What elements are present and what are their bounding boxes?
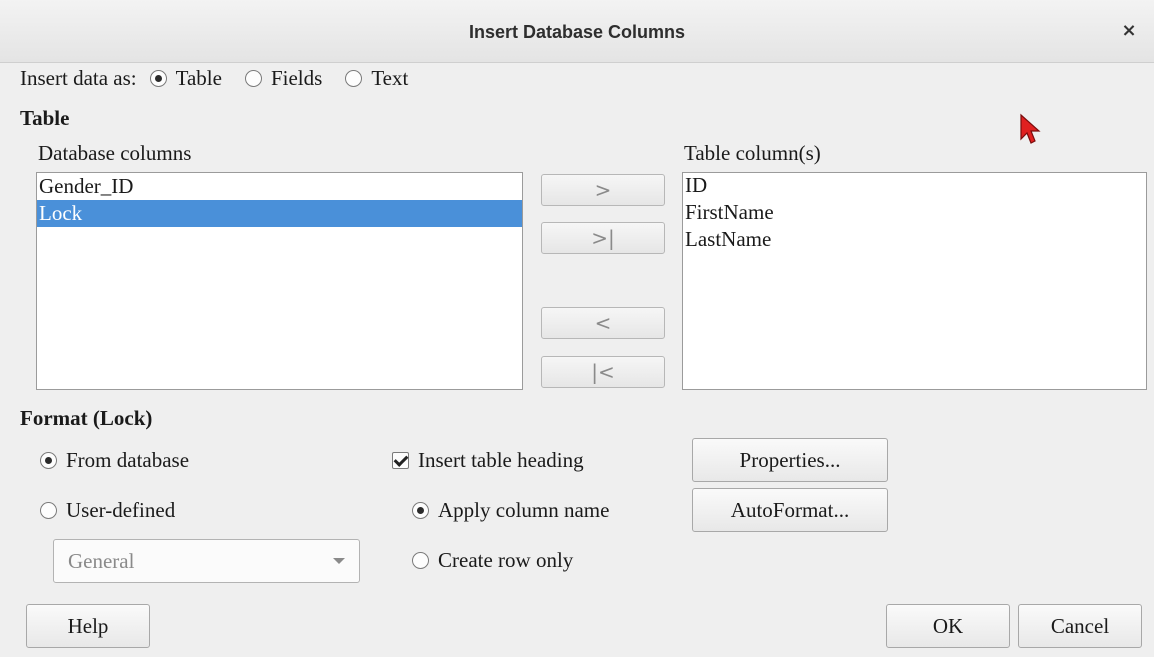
remove-column-button[interactable]: <	[541, 307, 665, 339]
radio-user-defined-indicator[interactable]	[40, 501, 57, 519]
list-item-selected[interactable]: Lock	[37, 200, 522, 227]
pointer-arrow-icon	[1020, 113, 1041, 144]
table-columns-label: Table column(s)	[684, 141, 821, 165]
checkbox-insert-table-heading[interactable]: Insert table heading	[392, 446, 584, 474]
help-button[interactable]: Help	[26, 604, 150, 648]
insert-as-label: Insert data as:	[20, 65, 137, 90]
cancel-button[interactable]: Cancel	[1018, 604, 1142, 648]
radio-fields-indicator[interactable]	[244, 69, 262, 87]
list-item[interactable]: LastName	[683, 227, 1146, 254]
dialog-title: Insert Database Columns	[468, 22, 686, 42]
chevron-down-icon	[333, 558, 345, 564]
remove-all-columns-button[interactable]: |<	[541, 356, 665, 388]
radio-apply-column-name-label[interactable]: Apply column name	[438, 498, 609, 523]
list-item[interactable]: FirstName	[683, 200, 1146, 227]
radio-create-row-only-label[interactable]: Create row only	[438, 548, 573, 573]
ok-button[interactable]: OK	[886, 604, 1010, 648]
close-icon[interactable]: ×	[1116, 18, 1142, 44]
list-item[interactable]: ID	[683, 173, 1146, 200]
radio-apply-column-name-indicator[interactable]	[412, 501, 429, 519]
table-section-heading: Table	[20, 106, 70, 130]
radio-text-label[interactable]: Text	[371, 66, 408, 91]
radio-text[interactable]: Text	[345, 66, 408, 91]
list-item[interactable]: Gender_ID	[37, 173, 522, 200]
radio-from-database-indicator[interactable]	[40, 451, 57, 469]
radio-create-row-only[interactable]: Create row only	[412, 546, 573, 574]
database-columns-list[interactable]: Gender_ID Lock	[36, 172, 523, 390]
checkbox-insert-table-heading-label[interactable]: Insert table heading	[418, 448, 584, 473]
radio-fields-label[interactable]: Fields	[271, 66, 322, 91]
table-columns-list[interactable]: ID FirstName LastName	[682, 172, 1147, 390]
radio-apply-column-name[interactable]: Apply column name	[412, 496, 609, 524]
radio-from-database[interactable]: From database	[40, 446, 189, 474]
radio-text-indicator[interactable]	[345, 69, 363, 87]
autoformat-button[interactable]: AutoFormat...	[692, 488, 888, 532]
radio-user-defined-label[interactable]: User-defined	[66, 498, 175, 523]
insert-as-row: Insert data as: Table Fields Text	[20, 64, 408, 92]
radio-from-database-label[interactable]: From database	[66, 448, 189, 473]
radio-table[interactable]: Table	[149, 66, 222, 91]
radio-table-label[interactable]: Table	[176, 66, 222, 91]
properties-button[interactable]: Properties...	[692, 438, 888, 482]
checkbox-insert-table-heading-indicator[interactable]	[392, 451, 409, 469]
radio-user-defined[interactable]: User-defined	[40, 496, 175, 524]
database-columns-label: Database columns	[38, 141, 192, 165]
add-column-button[interactable]: >	[541, 174, 665, 206]
format-select-value: General	[68, 548, 135, 573]
radio-table-indicator[interactable]	[149, 69, 167, 87]
radio-create-row-only-indicator[interactable]	[412, 551, 429, 569]
format-select[interactable]: General	[53, 539, 360, 583]
radio-fields[interactable]: Fields	[244, 66, 322, 91]
format-section-heading: Format (Lock)	[20, 406, 153, 430]
add-all-columns-button[interactable]: >|	[541, 222, 665, 254]
